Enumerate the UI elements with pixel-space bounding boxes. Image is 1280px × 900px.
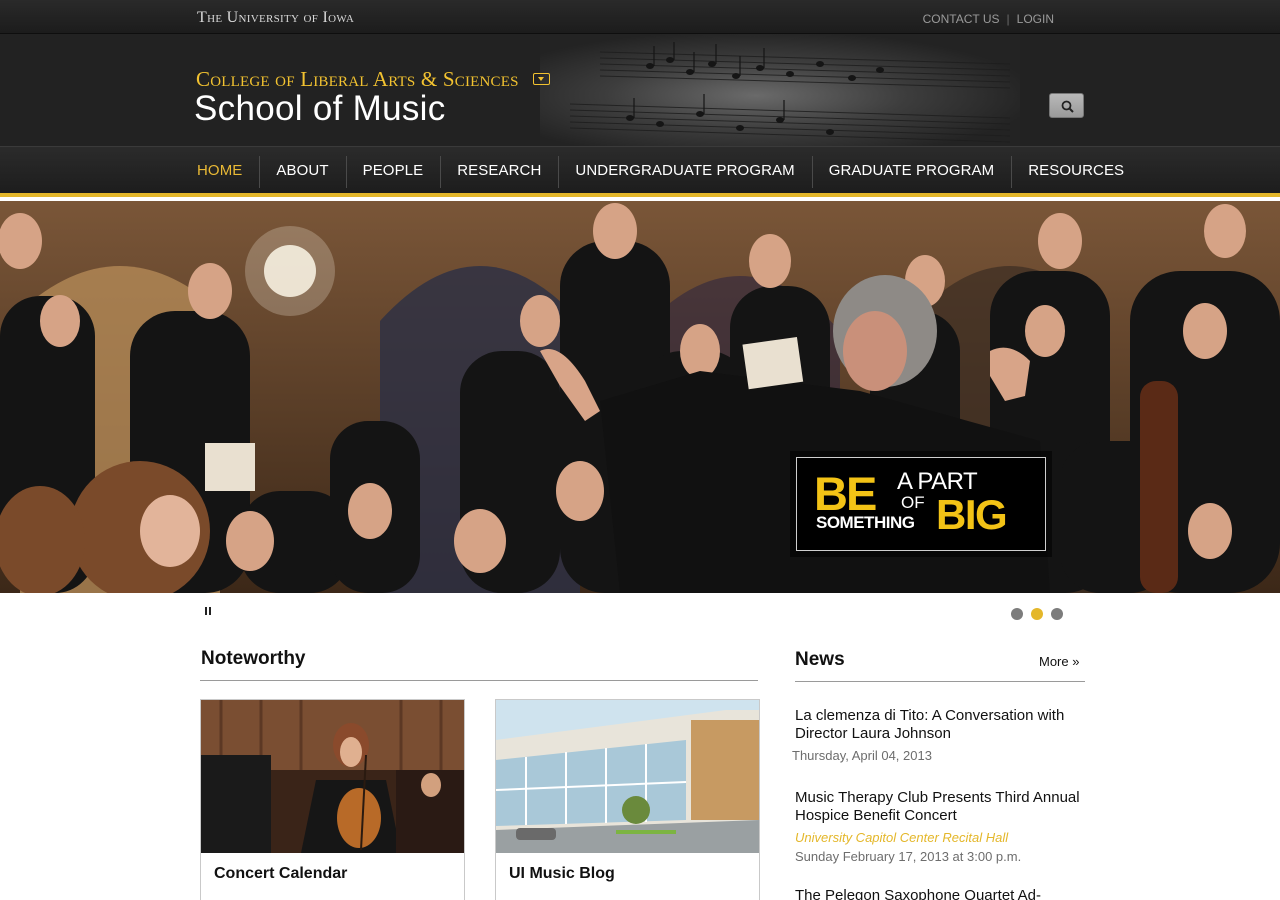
promo-of: OF (901, 493, 925, 512)
news-item[interactable]: Music Therapy Club Presents Third Annual… (795, 789, 1085, 864)
slide-dot-3[interactable] (1051, 608, 1063, 620)
site-title[interactable]: School of Music (194, 89, 446, 129)
news-more-link[interactable]: More » (1039, 654, 1079, 669)
card-concert-calendar[interactable]: Concert Calendar (200, 699, 465, 900)
promo-big: BIG (936, 491, 1008, 538)
news-date: Thursday, April 04, 2013 (792, 748, 932, 763)
sheet-music-graphic (569, 42, 1011, 143)
building-rendering (496, 700, 759, 853)
hero-slideshow[interactable] (0, 201, 1280, 593)
login-link[interactable]: LOGIN (1017, 12, 1054, 26)
noteworthy-heading: Noteworthy (201, 648, 306, 669)
nav-about[interactable]: ABOUT (259, 147, 345, 194)
card-ui-music-blog[interactable]: UI Music Blog (495, 699, 760, 900)
news-headline[interactable]: Music Therapy Club Presents Third Annual… (795, 789, 1085, 825)
main-nav: HOME ABOUT PEOPLE RESEARCH UNDERGRADUATE… (0, 146, 1280, 197)
news-item[interactable]: The Pelegon Saxophone Quartet Ad- (795, 887, 1085, 900)
sheet-music-art (540, 34, 1020, 146)
nav-home[interactable]: HOME (180, 147, 259, 194)
noteworthy-divider (200, 680, 758, 681)
choir-photo (0, 201, 1280, 593)
slide-dot-1[interactable] (1011, 608, 1023, 620)
promo-something: SOMETHING (816, 513, 915, 532)
nav-people[interactable]: PEOPLE (346, 147, 441, 194)
pause-icon[interactable] (205, 607, 213, 617)
contact-us-link[interactable]: CONTACT US (923, 12, 1000, 26)
news-headline[interactable]: The Pelegon Saxophone Quartet Ad- (795, 887, 1085, 900)
news-headline[interactable]: La clemenza di Tito: A Conversation with… (795, 707, 1085, 743)
slide-dot-2[interactable] (1031, 608, 1043, 620)
utility-links: CONTACT US | LOGIN (923, 12, 1054, 26)
nav-graduate-program[interactable]: GRADUATE PROGRAM (812, 147, 1012, 194)
chevron-down-icon[interactable] (533, 73, 550, 85)
promo-be: BE (814, 467, 877, 520)
card-label[interactable]: UI Music Blog (509, 865, 615, 883)
news-divider (795, 681, 1085, 682)
nav-resources[interactable]: RESOURCES (1011, 147, 1141, 194)
nav-research[interactable]: RESEARCH (440, 147, 558, 194)
card-label[interactable]: Concert Calendar (214, 865, 347, 883)
news-heading: News (795, 649, 845, 670)
concert-photo (201, 700, 464, 853)
news-date: Sunday February 17, 2013 at 3:00 p.m. (795, 849, 1022, 864)
separator: | (1006, 12, 1010, 26)
promo-badge[interactable]: BE A PART OF SOMETHING BIG (790, 451, 1052, 557)
slide-dots (1011, 608, 1063, 620)
news-venue: University Capitol Center Recital Hall (795, 830, 1009, 845)
utility-bar: The University of Iowa CONTACT US | LOGI… (0, 0, 1280, 34)
nav-undergraduate-program[interactable]: UNDERGRADUATE PROGRAM (558, 147, 811, 194)
news-item[interactable]: La clemenza di Tito: A Conversation with… (792, 707, 1085, 763)
search-icon (1061, 100, 1074, 113)
university-name[interactable]: The University of Iowa (197, 9, 354, 27)
search-button[interactable] (1049, 93, 1084, 118)
site-header: College of Liberal Arts & Sciences Schoo… (0, 34, 1280, 146)
